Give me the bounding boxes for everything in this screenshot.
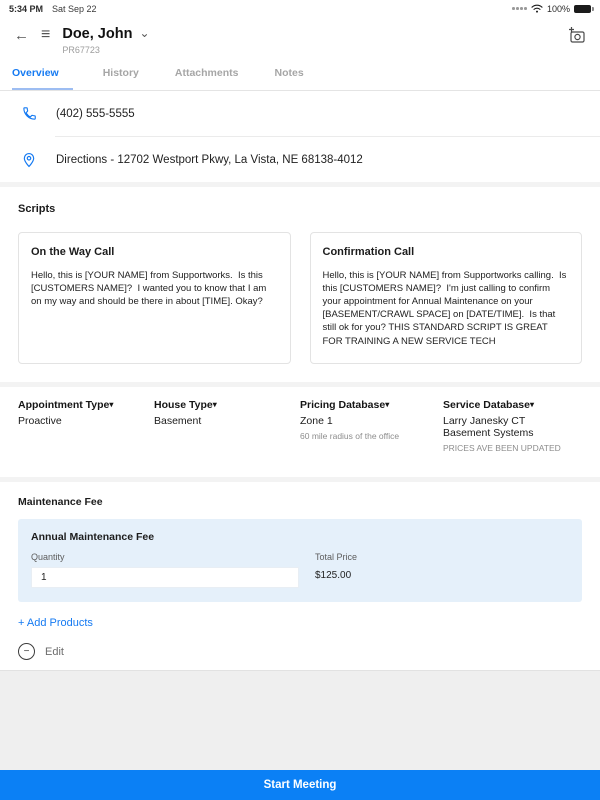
selector-value: Zone 1 xyxy=(300,415,433,427)
appointment-type-dropdown[interactable]: Appointment Type▾ xyxy=(18,399,144,411)
maintenance-fee-section: Maintenance Fee Annual Maintenance Fee Q… xyxy=(0,482,600,670)
script-card-title: Confirmation Call xyxy=(323,246,570,258)
script-card-confirmation[interactable]: Confirmation Call Hello, this is [YOUR N… xyxy=(310,232,583,364)
camera-add-button[interactable] xyxy=(567,26,586,44)
selector-label: Service Database xyxy=(443,399,530,411)
directions-address: Directions - 12702 Westport Pkwy, La Vis… xyxy=(56,154,363,166)
annual-maintenance-fee-card: Annual Maintenance Fee Quantity Total Pr… xyxy=(18,519,582,602)
scripts-heading: Scripts xyxy=(18,203,582,215)
pricing-database-selector: Pricing Database▾ Zone 1 60 mile radius … xyxy=(300,399,443,477)
cellular-dots-icon xyxy=(512,7,527,10)
script-card-title: On the Way Call xyxy=(31,246,278,258)
battery-icon xyxy=(574,5,591,13)
selector-subtext: 60 mile radius of the office xyxy=(300,431,433,441)
selector-value: Larry Janesky CT Basement Systems xyxy=(443,415,572,439)
tab-bar: Overview History Attachments Notes xyxy=(0,55,600,90)
selector-value: Proactive xyxy=(18,415,144,427)
directions-row[interactable]: Directions - 12702 Westport Pkwy, La Vis… xyxy=(0,137,600,182)
selector-label: House Type xyxy=(154,399,213,411)
wifi-icon xyxy=(531,4,543,13)
script-card-body: Hello, this is [YOUR NAME] from Supportw… xyxy=(31,269,278,308)
battery-percent: 100% xyxy=(547,4,570,14)
quantity-input[interactable] xyxy=(31,567,299,588)
quantity-label: Quantity xyxy=(31,552,299,562)
back-button[interactable]: ← xyxy=(14,28,29,43)
total-price-value: $125.00 xyxy=(315,570,357,581)
house-type-selector: House Type▾ Basement xyxy=(154,399,300,477)
service-database-selector: Service Database▾ Larry Janesky CT Basem… xyxy=(443,399,582,477)
start-meeting-button[interactable]: Start Meeting xyxy=(0,770,600,800)
edit-button[interactable]: − Edit xyxy=(18,631,582,670)
customer-name-dropdown[interactable]: Doe, John ⌄ xyxy=(62,26,567,42)
total-price-label: Total Price xyxy=(315,552,357,562)
appointment-type-selector: Appointment Type▾ Proactive xyxy=(18,399,154,477)
customer-id: PR67723 xyxy=(62,45,567,55)
phone-row[interactable]: (402) 555-5555 xyxy=(0,91,600,136)
maintenance-fee-heading: Maintenance Fee xyxy=(18,496,582,508)
app-page: 5:34 PM Sat Sep 22 100% ← ≡ Doe, John ⌄ … xyxy=(0,0,600,800)
service-database-dropdown[interactable]: Service Database▾ xyxy=(443,399,572,411)
menu-button[interactable]: ≡ xyxy=(41,27,50,42)
minus-circle-icon: − xyxy=(18,643,35,660)
dropdown-arrow-icon: ▾ xyxy=(530,400,534,409)
dropdown-arrow-icon: ▾ xyxy=(109,400,113,409)
status-time: 5:34 PM xyxy=(9,4,43,14)
dropdown-arrow-icon: ▾ xyxy=(213,400,217,409)
selector-subtext: PRICES AVE BEEN UPDATED xyxy=(443,443,572,453)
phone-number: (402) 555-5555 xyxy=(56,108,135,120)
pricing-database-dropdown[interactable]: Pricing Database▾ xyxy=(300,399,433,411)
add-products-button[interactable]: + Add Products xyxy=(18,602,582,631)
tab-history[interactable]: History xyxy=(103,63,145,90)
fee-item-title: Annual Maintenance Fee xyxy=(31,531,569,543)
dropdown-arrow-icon: ▾ xyxy=(385,400,389,409)
status-date: Sat Sep 22 xyxy=(52,4,97,14)
tab-attachments[interactable]: Attachments xyxy=(175,63,245,90)
tab-notes[interactable]: Notes xyxy=(275,63,310,90)
location-pin-icon xyxy=(19,152,39,168)
selector-value: Basement xyxy=(154,415,290,427)
chevron-down-icon: ⌄ xyxy=(139,26,149,40)
tab-overview[interactable]: Overview xyxy=(12,63,73,90)
selector-label: Pricing Database xyxy=(300,399,385,411)
content-background xyxy=(0,670,600,770)
phone-icon xyxy=(19,106,39,121)
page-title: Doe, John xyxy=(62,26,132,42)
scripts-section: Scripts On the Way Call Hello, this is [… xyxy=(0,187,600,382)
status-bar: 5:34 PM Sat Sep 22 100% xyxy=(0,0,600,17)
script-card-body: Hello, this is [YOUR NAME] from Supportw… xyxy=(323,269,570,348)
script-card-on-the-way[interactable]: On the Way Call Hello, this is [YOUR NAM… xyxy=(18,232,291,364)
house-type-dropdown[interactable]: House Type▾ xyxy=(154,399,290,411)
selector-label: Appointment Type xyxy=(18,399,109,411)
edit-label: Edit xyxy=(45,646,64,658)
header: ← ≡ Doe, John ⌄ PR67723 xyxy=(0,17,600,55)
selectors-row: Appointment Type▾ Proactive House Type▾ … xyxy=(0,387,600,477)
